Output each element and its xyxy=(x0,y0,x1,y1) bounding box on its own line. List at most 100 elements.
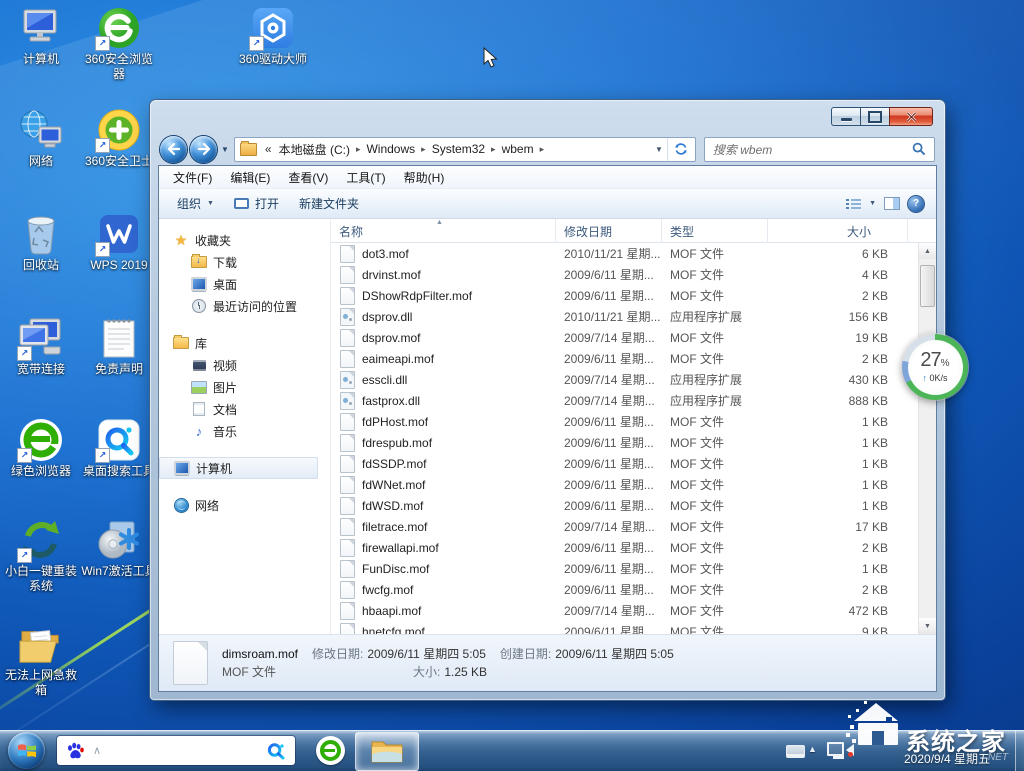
column-header-1[interactable]: 修改日期 xyxy=(556,219,662,243)
menu-item-2[interactable]: 查看(V) xyxy=(279,169,337,186)
desktop-icon-recycle[interactable]: 回收站 xyxy=(2,212,80,273)
table-row[interactable]: dot3.mof2010/11/21 星期...MOF 文件6 KB xyxy=(331,243,919,264)
file-type-cell: MOF 文件 xyxy=(662,455,768,472)
table-row[interactable]: fdWNet.mof2009/6/11 星期...MOF 文件1 KB xyxy=(331,474,919,495)
scroll-up-button[interactable]: ▲ xyxy=(919,243,936,259)
desktop-icon-searchtool[interactable]: ↗桌面搜索工具 xyxy=(80,418,158,479)
nav-item-6[interactable]: 图片 xyxy=(159,376,330,398)
desktop-icon-network[interactable]: 网络 xyxy=(2,108,80,169)
search-box[interactable]: 搜索 wbem xyxy=(704,137,935,162)
crumb-separator-icon[interactable]: ▸ xyxy=(416,144,431,155)
help-button[interactable]: ? xyxy=(908,196,924,212)
volume-tray-icon[interactable] xyxy=(846,744,854,756)
desktop-icon-aidbox[interactable]: 无法上网急救箱 xyxy=(2,622,80,698)
nav-item-0[interactable]: ★收藏夹 xyxy=(159,229,330,251)
open-button[interactable]: 打开 xyxy=(224,193,289,215)
table-row[interactable]: FunDisc.mof2009/6/11 星期...MOF 文件1 KB xyxy=(331,558,919,579)
desktop-icon-b360[interactable]: ↗360安全浏览器 xyxy=(80,6,158,82)
desktop-icon-disclaimer[interactable]: 免责声明 xyxy=(80,316,158,377)
table-row[interactable]: dsprov.dll2010/11/21 星期...应用程序扩展156 KB xyxy=(331,306,919,327)
desktop-icon-computer[interactable]: 计算机 xyxy=(2,6,80,67)
table-row[interactable]: esscli.dll2009/7/14 星期...应用程序扩展430 KB xyxy=(331,369,919,390)
table-row[interactable]: fdWSD.mof2009/6/11 星期...MOF 文件1 KB xyxy=(331,495,919,516)
desktop-icon-driver360[interactable]: ↗360驱动大师 xyxy=(234,6,312,67)
desktop-icon-wps[interactable]: ↗WPS 2019 xyxy=(80,212,158,273)
breadcrumb-item-2[interactable]: System32 xyxy=(431,142,486,156)
new-folder-button[interactable]: 新建文件夹 xyxy=(289,193,369,215)
tray-expand-icon[interactable]: ▲ xyxy=(808,744,817,754)
desktop-search-icon[interactable] xyxy=(266,741,286,761)
desktop-icon-win7act[interactable]: Win7激活工具 xyxy=(80,518,158,579)
chevron-up-icon[interactable]: ∧ xyxy=(93,744,101,757)
table-row[interactable]: fwcfg.mof2009/6/11 星期...MOF 文件2 KB xyxy=(331,579,919,600)
nav-item-1[interactable]: 下载 xyxy=(159,251,330,273)
nav-item-8[interactable]: ♪音乐 xyxy=(159,420,330,442)
desktop-icon-reinstall[interactable]: ↗小白一键重装系统 xyxy=(2,518,80,594)
nav-item-7[interactable]: 文档 xyxy=(159,398,330,420)
vertical-scrollbar[interactable]: ▲ ▼ xyxy=(918,243,936,634)
menu-item-3[interactable]: 工具(T) xyxy=(337,169,394,186)
address-dropdown-icon[interactable]: ▼ xyxy=(651,145,667,154)
breadcrumb-item-0[interactable]: 本地磁盘 (C:) xyxy=(278,141,351,158)
taskbar-explorer-button[interactable] xyxy=(355,732,419,771)
table-row[interactable]: DShowRdpFilter.mof2009/6/11 星期...MOF 文件2… xyxy=(331,285,919,306)
views-icon[interactable] xyxy=(846,198,861,210)
table-row[interactable]: eaimeapi.mof2009/6/11 星期...MOF 文件2 KB xyxy=(331,348,919,369)
nav-item-2[interactable]: 桌面 xyxy=(159,273,330,295)
scrollbar-thumb[interactable] xyxy=(920,265,935,307)
table-row[interactable]: drvinst.mof2009/6/11 星期...MOF 文件4 KB xyxy=(331,264,919,285)
breadcrumb-overflow[interactable]: « xyxy=(265,142,272,156)
table-row[interactable]: dsprov.mof2009/7/14 星期...MOF 文件19 KB xyxy=(331,327,919,348)
show-desktop-button[interactable] xyxy=(1015,730,1024,771)
organize-button[interactable]: 组织 ▼ xyxy=(167,193,224,215)
refresh-button[interactable] xyxy=(667,138,695,161)
start-button[interactable] xyxy=(8,732,45,769)
column-header-2[interactable]: 类型 xyxy=(662,219,768,243)
network-tray-icon[interactable] xyxy=(827,742,844,756)
menu-item-4[interactable]: 帮助(H) xyxy=(395,169,454,186)
views-dropdown-icon[interactable]: ▼ xyxy=(869,200,876,207)
crumb-separator-icon[interactable]: ▸ xyxy=(351,144,366,155)
close-button[interactable] xyxy=(889,107,933,126)
scroll-down-button[interactable]: ▼ xyxy=(919,618,936,634)
nav-item-4[interactable]: 库 xyxy=(159,332,330,354)
table-row[interactable]: firewallapi.mof2009/6/11 星期...MOF 文件2 KB xyxy=(331,537,919,558)
crumb-separator-icon[interactable]: ▸ xyxy=(486,144,501,155)
nav-item-3[interactable]: 最近访问的位置 xyxy=(159,295,330,317)
desktop-icon-greenbrowser[interactable]: ↗绿色浏览器 xyxy=(2,418,80,479)
new-folder-label: 新建文件夹 xyxy=(299,195,359,212)
desktop-icon-safe360[interactable]: ↗360安全卫士 xyxy=(80,108,158,169)
breadcrumb-item-3[interactable]: wbem xyxy=(501,142,535,156)
breadcrumb-item-1[interactable]: Windows xyxy=(365,142,416,156)
nav-item-10[interactable]: 网络 xyxy=(159,494,330,516)
forward-button[interactable] xyxy=(190,136,217,163)
touch-keyboard-icon[interactable] xyxy=(786,745,805,758)
download-icon xyxy=(191,255,207,269)
menu-item-1[interactable]: 编辑(E) xyxy=(221,169,279,186)
address-bar[interactable]: « 本地磁盘 (C:)▸Windows▸System32▸wbem▸ ▼ xyxy=(234,137,696,162)
speed-widget[interactable]: 27% ↑ 0K/s xyxy=(902,334,968,400)
column-header-0[interactable]: 名称 xyxy=(331,219,556,243)
crumb-separator-icon[interactable]: ▸ xyxy=(535,144,550,155)
maximize-button[interactable] xyxy=(860,107,889,126)
taskbar-search-box[interactable]: ∧ xyxy=(57,736,295,765)
taskbar-green-browser-icon[interactable] xyxy=(316,736,345,765)
table-row[interactable]: hnetcfg.mof2009/6/11 星期...MOF 文件9 KB xyxy=(331,621,919,634)
table-row[interactable]: fdPHost.mof2009/6/11 星期...MOF 文件1 KB xyxy=(331,411,919,432)
minimize-button[interactable] xyxy=(831,107,860,126)
table-row[interactable]: filetrace.mof2009/7/14 星期...MOF 文件17 KB xyxy=(331,516,919,537)
preview-pane-icon[interactable] xyxy=(884,197,900,210)
menu-item-0[interactable]: 文件(F) xyxy=(164,169,221,186)
history-dropdown-icon[interactable]: ▼ xyxy=(221,145,229,154)
nav-item-9[interactable]: 计算机 xyxy=(159,457,318,479)
desktop-icon-broadband[interactable]: ↗宽带连接 xyxy=(2,316,80,377)
column-header-3[interactable]: 大小 xyxy=(768,219,908,243)
table-row[interactable]: fdrespub.mof2009/6/11 星期...MOF 文件1 KB xyxy=(331,432,919,453)
table-row[interactable]: hbaapi.mof2009/7/14 星期...MOF 文件472 KB xyxy=(331,600,919,621)
table-row[interactable]: fastprox.dll2009/7/14 星期...应用程序扩展888 KB xyxy=(331,390,919,411)
title-bar[interactable] xyxy=(150,100,945,133)
search-icon[interactable] xyxy=(912,142,926,156)
nav-item-5[interactable]: 视频 xyxy=(159,354,330,376)
back-button[interactable] xyxy=(160,136,187,163)
table-row[interactable]: fdSSDP.mof2009/6/11 星期...MOF 文件1 KB xyxy=(331,453,919,474)
